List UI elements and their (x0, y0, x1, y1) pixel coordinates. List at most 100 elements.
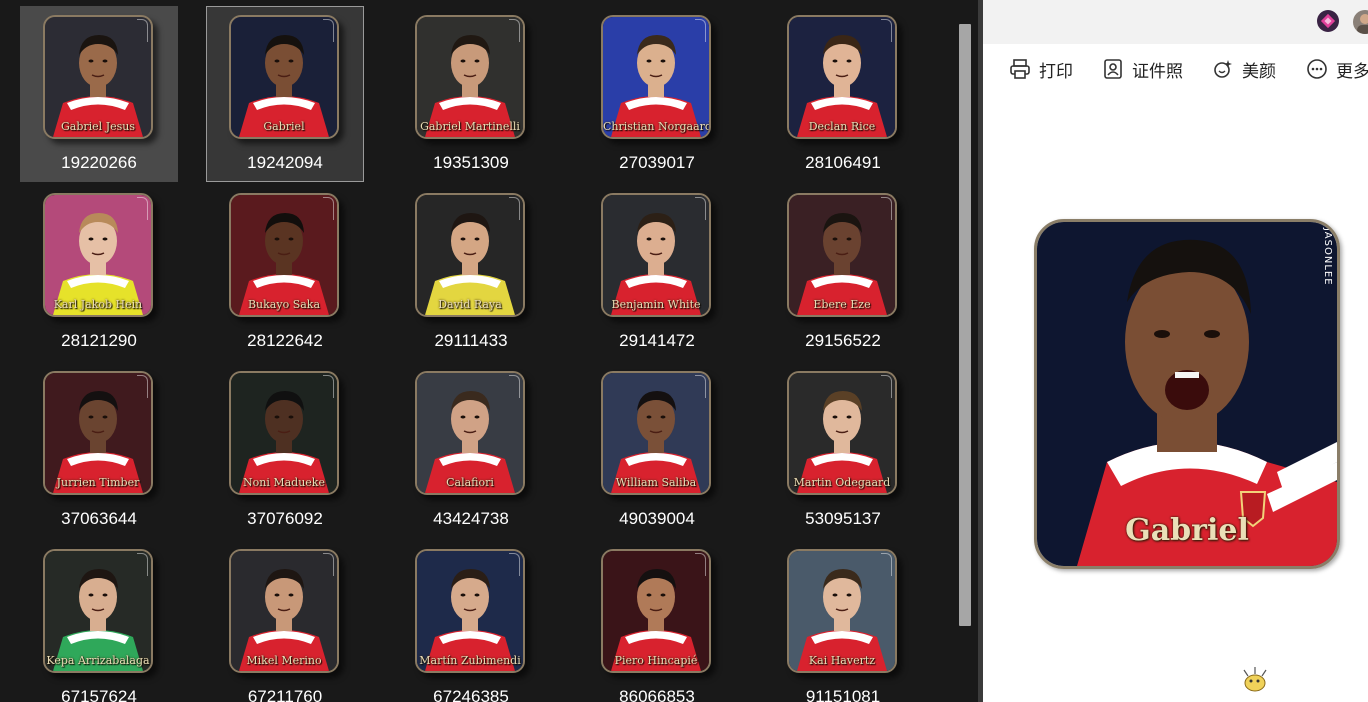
grid-scrollbar[interactable] (959, 24, 971, 626)
thumbnail-tile[interactable]: Christian Norgaard 27039017 (578, 6, 736, 182)
file-name-label: 91151081 (805, 687, 881, 702)
thumbnail-tile[interactable]: Mikel Merino 67211760 (206, 540, 364, 702)
watermark-mark (509, 375, 520, 398)
watermark-mark (695, 553, 706, 576)
card-player-name: William Saliba (615, 476, 697, 489)
card-player-name: Karl Jakob Hein (53, 298, 143, 311)
watermark-mark (881, 553, 892, 576)
thumbnail-image: Kai Havertz (787, 549, 897, 673)
player-photo (417, 551, 523, 671)
more-button[interactable]: 更多 (1306, 56, 1368, 82)
card-player-name: Martin Odegaard (793, 476, 891, 489)
watermark-mark (881, 197, 892, 220)
thumbnail-image: Piero Hincapié (601, 549, 711, 673)
thumbnail-tile[interactable]: Karl Jakob Hein 28121290 (20, 184, 178, 360)
file-name-label: 67157624 (61, 687, 137, 702)
card-player-name: Benjamin White (611, 298, 701, 311)
file-name-label: 19220266 (61, 153, 137, 172)
thumbnail-tile[interactable]: Gabriel 19242094 (206, 6, 364, 182)
thumbnail-tile[interactable]: David Raya 29111433 (392, 184, 550, 360)
player-photo (45, 17, 151, 137)
more-label: 更多 (1336, 61, 1368, 82)
thumbnail-tile[interactable]: Kai Havertz 91151081 (764, 540, 922, 702)
player-photo (417, 373, 523, 493)
thumbnail-image: Mikel Merino (229, 549, 339, 673)
card-player-name: Ebere Eze (813, 298, 871, 311)
thumbnail-tile[interactable]: Martin Odegaard 53095137 (764, 362, 922, 538)
file-name-label: 67211760 (247, 687, 323, 702)
thumbnail-image: Benjamin White (601, 193, 711, 317)
file-name-label: 28122642 (247, 331, 323, 350)
player-photo (45, 551, 151, 671)
file-name-label: 27039017 (619, 153, 695, 172)
thumbnail-tile[interactable]: Declan Rice 28106491 (764, 6, 922, 182)
file-name-label: 29141472 (619, 331, 695, 350)
preview-watermark: JASONLEE (1322, 228, 1333, 286)
thumbnail-tile[interactable]: Benjamin White 29141472 (578, 184, 736, 360)
printer-icon (1010, 59, 1030, 79)
file-name-label: 43424738 (433, 509, 509, 528)
player-photo (231, 373, 337, 493)
print-label: 打印 (1039, 61, 1073, 82)
id-photo-label: 证件照 (1132, 61, 1183, 82)
print-button[interactable]: 打印 (1009, 56, 1073, 82)
file-name-label: 28121290 (61, 331, 137, 350)
player-photo (789, 373, 895, 493)
watermark-mark (695, 375, 706, 398)
file-name-label: 86066853 (619, 687, 695, 702)
thumbnail-image: David Raya (415, 193, 525, 317)
file-name-label: 29156522 (805, 331, 881, 350)
thumbnail-image: Noni Madueke (229, 371, 339, 495)
thumbnail-tile[interactable]: William Saliba 49039004 (578, 362, 736, 538)
player-photo (231, 195, 337, 315)
thumbnail-tile[interactable]: Piero Hincapié 86066853 (578, 540, 736, 702)
thumbnail-tile[interactable]: Kepa Arrizabalaga 67157624 (20, 540, 178, 702)
thumbnail-tile[interactable]: Ebere Eze 29156522 (764, 184, 922, 360)
card-player-name: Piero Hincapié (614, 654, 698, 667)
user-avatar[interactable] (1353, 10, 1368, 34)
thumbnail-image: William Saliba (601, 371, 711, 495)
thumbnail-tile[interactable]: Calafiori 43424738 (392, 362, 550, 538)
file-name-label: 49039004 (619, 509, 695, 528)
card-player-name: Gabriel Martinelli (420, 120, 520, 133)
watermark-mark (695, 197, 706, 220)
preview-player-name: Gabriel (1125, 513, 1249, 548)
file-name-label: 37063644 (61, 509, 137, 528)
id-photo-icon (1104, 59, 1122, 79)
app-logo-icon[interactable] (1317, 10, 1339, 32)
watermark-mark (323, 19, 334, 42)
thumbnail-tile[interactable]: Bukayo Saka 28122642 (206, 184, 364, 360)
thumbnail-tile[interactable]: Jurrien Timber 37063644 (20, 362, 178, 538)
card-player-name: David Raya (438, 298, 502, 311)
assistant-mascot-icon[interactable] (1238, 664, 1272, 694)
player-photo (45, 373, 151, 493)
file-name-label: 53095137 (805, 509, 881, 528)
player-photo (603, 551, 709, 671)
card-player-name: Gabriel (263, 120, 305, 133)
watermark-mark (323, 197, 334, 220)
file-name-label: 29111433 (434, 331, 508, 350)
file-name-label: 19351309 (433, 153, 509, 172)
card-player-name: Jurrien Timber (56, 476, 140, 489)
thumbnail-image: Kepa Arrizabalaga (43, 549, 153, 673)
thumbnail-image: Gabriel Martinelli (415, 15, 525, 139)
card-player-name: Gabriel Jesus (61, 120, 135, 133)
thumbnail-image: Martin Odegaard (787, 371, 897, 495)
thumbnail-tile[interactable]: Gabriel Martinelli 19351309 (392, 6, 550, 182)
beauty-button[interactable]: 美颜 (1212, 56, 1276, 82)
watermark-mark (323, 553, 334, 576)
player-photo (231, 551, 337, 671)
watermark-mark (509, 197, 520, 220)
thumbnail-tile[interactable]: Noni Madueke 37076092 (206, 362, 364, 538)
card-player-name: Kepa Arrizabalaga (46, 654, 150, 667)
watermark-mark (695, 19, 706, 42)
image-viewer-pane: 打印 证件照 美颜 更多 JASONLEE Gabriel (983, 0, 1368, 702)
file-name-label: 28106491 (805, 153, 881, 172)
beauty-icon (1214, 60, 1232, 78)
id-photo-button[interactable]: 证件照 (1102, 56, 1183, 82)
thumbnail-tile[interactable]: Gabriel Jesus 19220266 (20, 6, 178, 182)
card-player-name: Kai Havertz (808, 654, 876, 667)
thumbnail-tile[interactable]: Martín Zubimendi 67246385 (392, 540, 550, 702)
thumbnail-image: Bukayo Saka (229, 193, 339, 317)
image-preview[interactable]: JASONLEE Gabriel (1034, 219, 1340, 569)
